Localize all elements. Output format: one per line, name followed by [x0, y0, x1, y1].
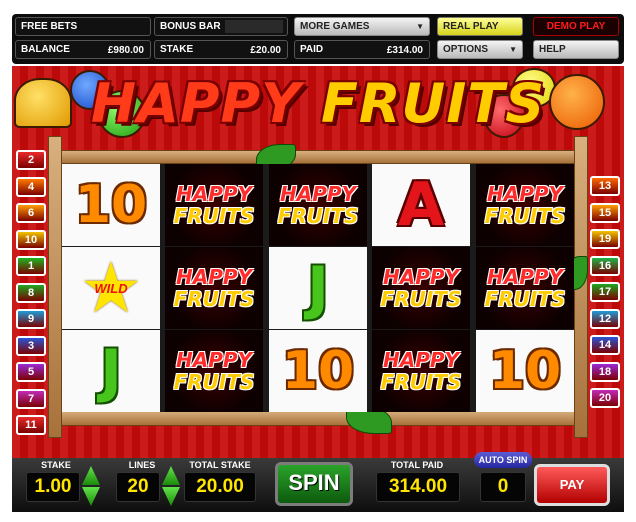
lines-display: 20	[116, 472, 160, 502]
reel-symbol-logo: HAPPY FRUITS	[476, 247, 574, 329]
bonus-bar-panel: BONUS BAR	[154, 17, 288, 36]
total-paid-label: TOTAL PAID	[390, 460, 444, 470]
paid-panel: PAID £314.00	[294, 40, 430, 59]
bonus-bar-meter	[225, 20, 283, 33]
lines-down-arrow-icon[interactable]	[162, 487, 180, 506]
payline-button-2[interactable]: 2	[16, 150, 46, 170]
real-play-button[interactable]: REAL PLAY	[437, 17, 523, 36]
wild-star-icon: ★ WILD	[79, 249, 143, 327]
reel-2: HAPPY FRUITS HAPPY FRUITS HAPPY FRUITS	[165, 164, 263, 412]
payline-button-8[interactable]: 8	[16, 282, 46, 303]
balance-value: £980.00	[107, 45, 144, 56]
options-label: OPTIONS	[443, 44, 489, 55]
title-happy: HAPPY	[90, 72, 302, 135]
game-title: HAPPY FRUITS	[12, 72, 624, 135]
payline-button-17[interactable]: 17	[590, 282, 620, 302]
balance-panel: BALANCE £980.00	[15, 40, 151, 59]
stake-up-arrow-icon[interactable]	[82, 466, 100, 485]
reel-symbol-ten: 10	[476, 330, 574, 412]
more-games-dropdown[interactable]: MORE GAMES ▼	[294, 17, 430, 36]
paid-label: PAID	[300, 44, 324, 55]
reel-symbol-j: J	[62, 330, 160, 412]
total-stake-label: TOTAL STAKE	[189, 460, 251, 470]
chevron-down-icon: ▼	[416, 22, 424, 31]
reel-symbol-ten: 10	[62, 164, 160, 246]
paid-value: £314.00	[386, 45, 423, 56]
payline-button-11[interactable]: 11	[16, 415, 46, 435]
payline-button-20[interactable]: 20	[590, 388, 620, 408]
slot-game-area: HAPPY FRUITS 10 ★ WILD J HAPPY FRUITS HA…	[12, 66, 624, 512]
payline-button-4[interactable]: 4	[16, 176, 46, 197]
reel-symbol-logo: HAPPY FRUITS	[165, 247, 263, 329]
reel-symbol-logo: HAPPY FRUITS	[165, 164, 263, 246]
lines-stepper[interactable]	[162, 466, 180, 506]
payline-button-13[interactable]: 13	[590, 176, 620, 196]
chevron-down-icon: ▼	[509, 45, 517, 54]
reel-symbol-ten: 10	[269, 330, 367, 412]
bonus-bar-label: BONUS BAR	[160, 21, 221, 32]
wood-frame-left	[48, 136, 62, 438]
wood-frame-top	[48, 150, 588, 164]
reel-symbol-logo: HAPPY FRUITS	[165, 330, 263, 412]
options-dropdown[interactable]: OPTIONS ▼	[437, 40, 523, 59]
payline-button-5[interactable]: 5	[16, 362, 46, 382]
more-games-label: MORE GAMES	[300, 21, 370, 32]
payline-button-18[interactable]: 18	[590, 361, 620, 382]
payline-button-14[interactable]: 14	[590, 335, 620, 355]
help-label: HELP	[539, 44, 566, 55]
spin-button[interactable]: SPIN	[275, 462, 353, 506]
reel-symbol-logo: HAPPY FRUITS	[372, 330, 470, 412]
payline-button-15[interactable]: 15	[590, 202, 620, 223]
auto-spin-display[interactable]: 0	[480, 472, 526, 502]
balance-label: BALANCE	[21, 44, 70, 55]
lines-label: LINES	[128, 460, 156, 470]
payline-button-9[interactable]: 9	[16, 309, 46, 329]
reel-symbol-logo: HAPPY FRUITS	[269, 164, 367, 246]
stake-stepper[interactable]	[82, 466, 100, 506]
payline-button-7[interactable]: 7	[16, 388, 46, 409]
lines-up-arrow-icon[interactable]	[162, 466, 180, 485]
top-bar: FREE BETS BONUS BAR MORE GAMES ▼ REAL PL…	[12, 14, 624, 64]
total-stake-display: 20.00	[184, 472, 256, 502]
demo-play-label: DEMO PLAY	[546, 21, 606, 32]
payline-button-10[interactable]: 10	[16, 229, 46, 250]
reel-1: 10 ★ WILD J	[62, 164, 160, 412]
payline-button-1[interactable]: 1	[16, 256, 46, 276]
help-button[interactable]: HELP	[533, 40, 619, 59]
reel-4: A HAPPY FRUITS HAPPY FRUITS	[372, 164, 470, 412]
reel-symbol-logo: HAPPY FRUITS	[372, 247, 470, 329]
reel-3: HAPPY FRUITS J 10	[269, 164, 367, 412]
title-fruits: FRUITS	[320, 72, 546, 135]
payline-button-19[interactable]: 19	[590, 229, 620, 249]
free-bets-panel: FREE BETS	[15, 17, 151, 36]
control-bar: STAKE 1.00 LINES 20 TOTAL STAKE 20.00 SP…	[12, 452, 624, 512]
real-play-label: REAL PLAY	[443, 21, 499, 32]
stake-label: STAKE	[41, 460, 71, 470]
payline-button-6[interactable]: 6	[16, 203, 46, 223]
reel-symbol-j: J	[269, 247, 367, 329]
stake-down-arrow-icon[interactable]	[82, 487, 100, 506]
pay-table-button[interactable]: PAY TABLE	[534, 464, 610, 506]
payline-button-16[interactable]: 16	[590, 255, 620, 276]
auto-spin-label[interactable]: AUTO SPIN	[474, 452, 532, 468]
demo-play-button[interactable]: DEMO PLAY	[533, 17, 619, 36]
payline-button-3[interactable]: 3	[16, 335, 46, 356]
reel-symbol-logo: HAPPY FRUITS	[476, 164, 574, 246]
reel-symbol-a: A	[372, 164, 470, 246]
stake-value: £20.00	[250, 45, 281, 56]
stake-display: 1.00	[26, 472, 80, 502]
wood-frame-bottom	[48, 410, 588, 426]
stake-panel: STAKE £20.00	[154, 40, 288, 59]
reel-symbol-wild: ★ WILD	[62, 247, 160, 329]
game-window: FREE BETS BONUS BAR MORE GAMES ▼ REAL PL…	[0, 0, 636, 522]
payline-button-12[interactable]: 12	[590, 308, 620, 329]
reel-5: HAPPY FRUITS HAPPY FRUITS 10	[476, 164, 574, 412]
reels-container: 10 ★ WILD J HAPPY FRUITS HAPPY FRUITS HAPPY…	[62, 164, 574, 412]
stake-label: STAKE	[160, 44, 194, 55]
total-paid-display: 314.00	[376, 472, 460, 502]
free-bets-label: FREE BETS	[21, 21, 78, 32]
